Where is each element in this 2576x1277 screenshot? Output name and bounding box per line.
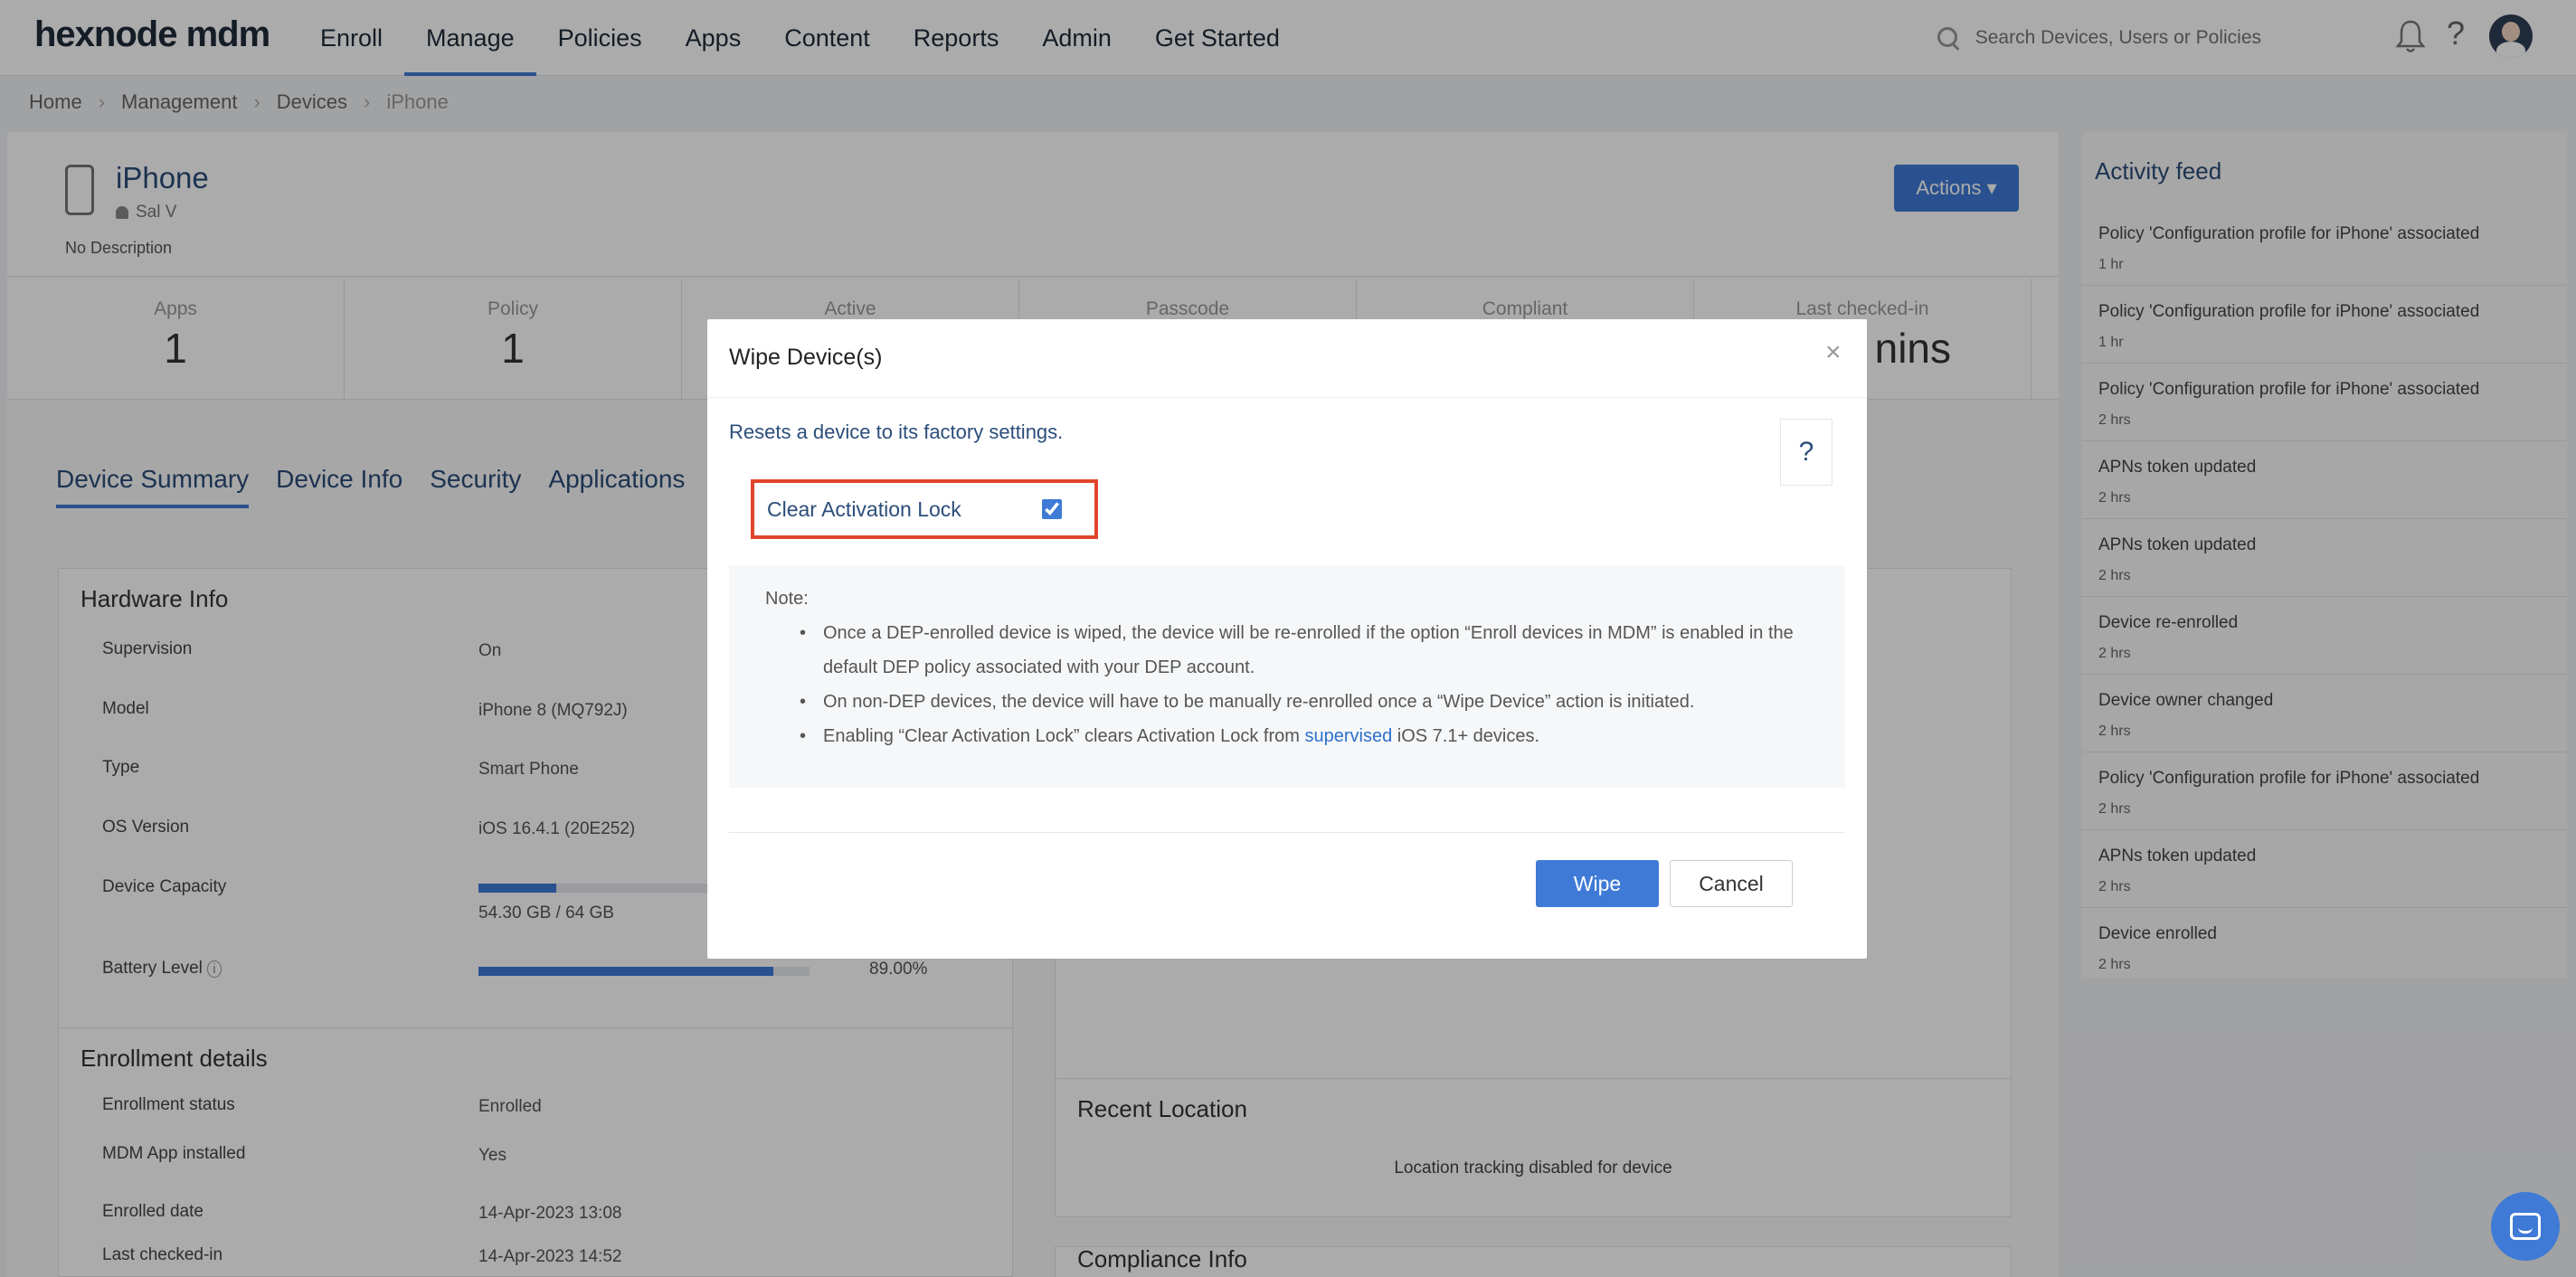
supervised-link[interactable]: supervised — [1304, 726, 1392, 746]
wipe-button[interactable]: Wipe — [1536, 860, 1659, 907]
note-item: Enabling “Clear Activation Lock” clears … — [800, 719, 1809, 753]
chat-icon — [2510, 1213, 2541, 1240]
clear-activation-lock-label[interactable]: Clear Activation Lock — [767, 497, 961, 522]
note-box: Note: Once a DEP-enrolled device is wipe… — [729, 565, 1845, 788]
divider — [707, 397, 1867, 398]
note-text: iOS 7.1+ devices. — [1392, 726, 1540, 746]
clear-activation-lock-option: Clear Activation Lock — [751, 479, 1098, 539]
note-item: Once a DEP-enrolled device is wiped, the… — [800, 616, 1809, 685]
note-item: On non-DEP devices, the device will have… — [800, 685, 1809, 719]
cancel-button[interactable]: Cancel — [1670, 860, 1793, 907]
note-title: Note: — [765, 589, 809, 609]
modal-description: Resets a device to its factory settings. — [729, 421, 1064, 443]
help-button[interactable]: ? — [1780, 419, 1833, 486]
wipe-device-modal: Wipe Device(s) × Resets a device to its … — [707, 319, 1867, 959]
chat-widget-button[interactable] — [2491, 1192, 2560, 1261]
close-icon[interactable]: × — [1825, 337, 1842, 368]
modal-title: Wipe Device(s) — [729, 345, 883, 370]
clear-activation-lock-checkbox[interactable] — [1042, 499, 1062, 519]
note-text: Enabling “Clear Activation Lock” clears … — [823, 726, 1305, 746]
divider — [729, 832, 1845, 833]
